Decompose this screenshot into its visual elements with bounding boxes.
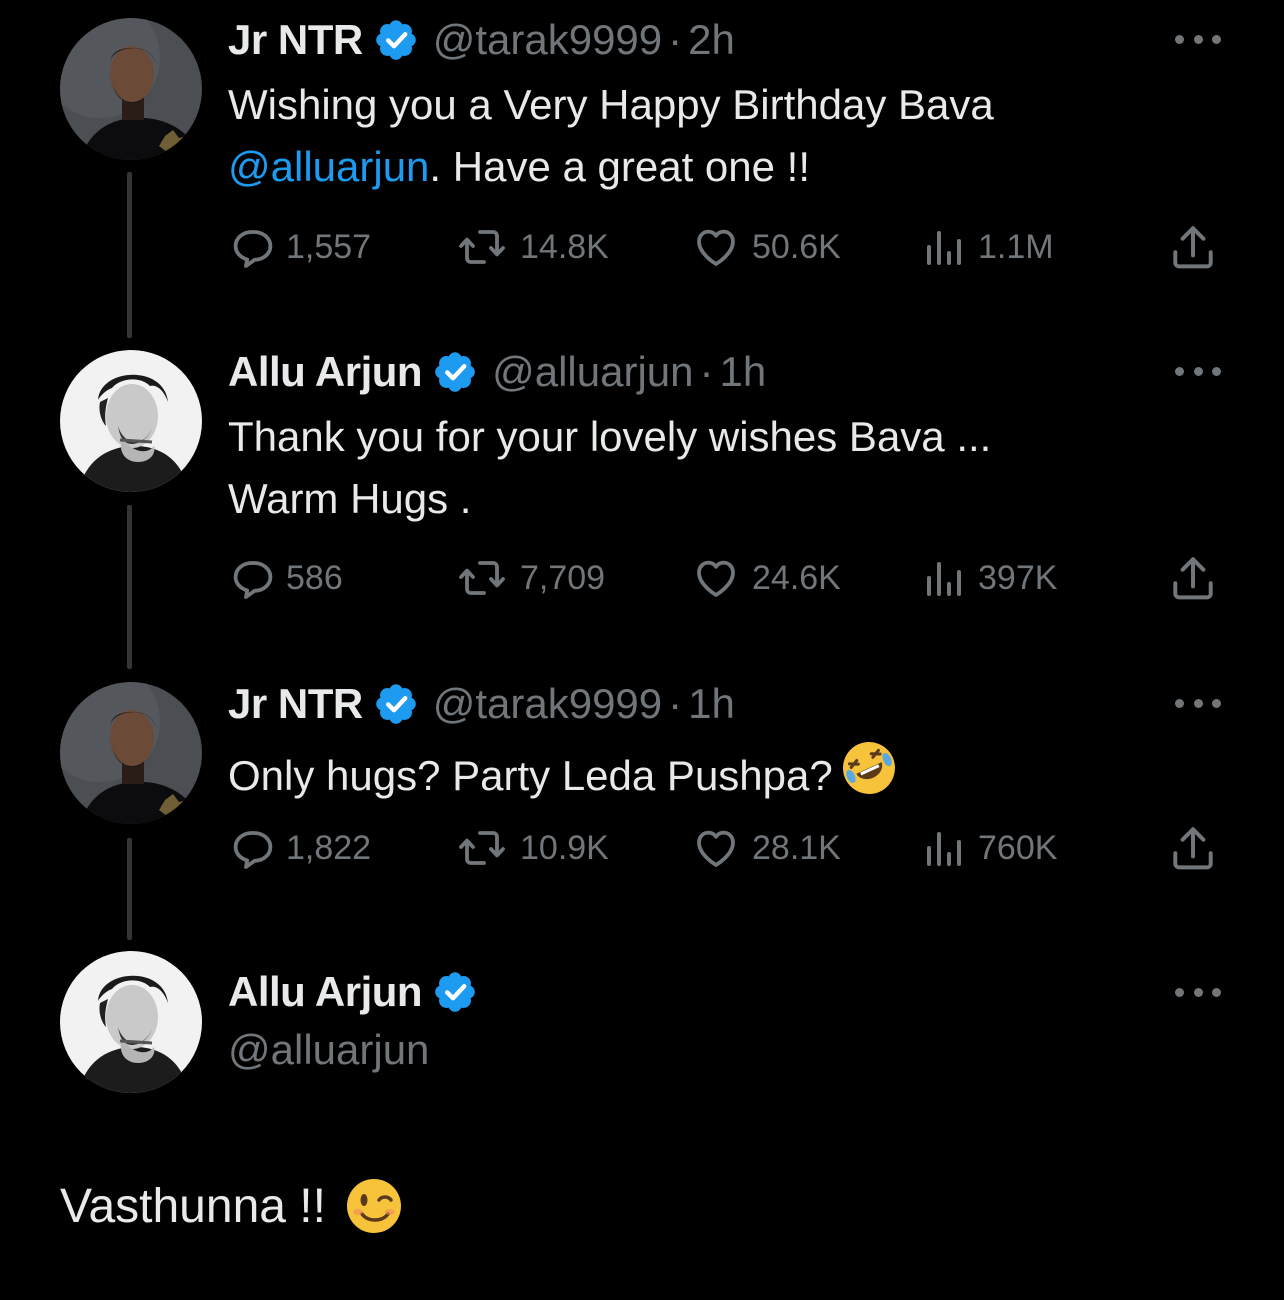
thread-line [127, 838, 132, 940]
tweet-text-line: @alluarjun. Have a great one !! [228, 136, 1168, 198]
timestamp[interactable]: 1h [720, 348, 767, 396]
like-count: 28.1K [752, 828, 841, 867]
tweet-text: Wishing you a Very Happy Birthday Bava @… [228, 74, 1168, 198]
separator: · [668, 16, 683, 63]
avatar[interactable] [60, 682, 202, 824]
like-count: 50.6K [752, 227, 841, 266]
separator: · [699, 348, 714, 395]
views-icon [920, 824, 968, 872]
views-icon [920, 223, 968, 271]
reply-button[interactable]: 1,557 [228, 222, 371, 272]
reply-count: 1,557 [286, 227, 372, 266]
share-icon [1168, 553, 1218, 603]
tweet-text-line: Only hugs? Party Leda Pushpa? [228, 738, 1168, 807]
avatar[interactable] [60, 350, 202, 492]
tweet-text-line: Wishing you a Very Happy Birthday Bava [228, 81, 994, 128]
like-button[interactable]: 24.6K [690, 553, 841, 603]
user-handle[interactable]: @tarak9999 [433, 680, 662, 728]
retweet-button[interactable]: 7,709 [454, 553, 605, 603]
views-button[interactable]: 397K [920, 553, 1057, 603]
timestamp[interactable]: 2h [688, 16, 735, 64]
display-name[interactable]: Allu Arjun [228, 348, 423, 396]
share-icon [1168, 222, 1218, 272]
tweet-header: Jr NTR @tarak9999 · 1h [228, 674, 735, 734]
action-bar: 1,822 10.9K 28.1K 760K [228, 823, 1228, 873]
tweet-header: Allu Arjun [228, 962, 492, 1022]
tweet-text-line: Thank you for your lovely wishes Bava ..… [228, 413, 992, 460]
retweet-icon [454, 554, 510, 602]
avatar-image [60, 682, 202, 824]
display-name[interactable]: Allu Arjun [228, 968, 423, 1016]
retweet-count: 7,709 [520, 558, 606, 597]
retweet-button[interactable]: 14.8K [454, 222, 609, 272]
avatar-image [60, 951, 202, 1093]
retweet-count: 14.8K [520, 227, 609, 266]
heart-icon [690, 824, 742, 872]
more-options-icon[interactable] [1175, 32, 1221, 46]
retweet-button[interactable]: 10.9K [454, 823, 609, 873]
views-count: 760K [978, 828, 1058, 867]
display-name[interactable]: Jr NTR [228, 680, 363, 728]
tweet-text-rest: . Have a great one !! [429, 143, 810, 190]
like-button[interactable]: 50.6K [690, 222, 841, 272]
tweet-text: Thank you for your lovely wishes Bava ..… [228, 406, 1168, 530]
timestamp[interactable]: 1h [688, 680, 735, 728]
avatar[interactable] [60, 18, 202, 160]
thread-line [127, 505, 132, 669]
retweet-count: 10.9K [520, 828, 609, 867]
reply-icon [228, 824, 276, 872]
reply-icon [228, 223, 276, 271]
tweet-text-content: Vasthunna !! [60, 1179, 326, 1233]
avatar-image [60, 18, 202, 160]
tweet-text-line: Warm Hugs . [228, 475, 472, 522]
reply-count: 1,822 [286, 828, 372, 867]
more-options-icon[interactable] [1175, 364, 1221, 378]
tweet-header: Allu Arjun @alluarjun · 1h [228, 342, 766, 402]
action-bar: 1,557 14.8K 50.6K 1.1M [228, 222, 1228, 272]
reply-count: 586 [286, 558, 343, 597]
user-handle[interactable]: @tarak9999 [433, 16, 662, 64]
action-bar: 586 7,709 24.6K 397K [228, 553, 1228, 603]
display-name[interactable]: Jr NTR [228, 16, 363, 64]
tweet-text: Only hugs? Party Leda Pushpa? [228, 738, 1168, 807]
views-button[interactable]: 1.1M [920, 222, 1054, 272]
retweet-icon [454, 223, 510, 271]
views-count: 397K [978, 558, 1058, 597]
rolling-laughing-emoji-icon [839, 738, 899, 798]
like-button[interactable]: 28.1K [690, 823, 841, 873]
views-count: 1.1M [978, 227, 1054, 266]
retweet-icon [454, 824, 510, 872]
like-count: 24.6K [752, 558, 841, 597]
winking-face-emoji-icon [344, 1176, 404, 1236]
share-button[interactable] [1168, 553, 1228, 603]
user-handle[interactable]: @alluarjun [228, 1026, 429, 1074]
verified-badge-icon[interactable] [434, 350, 478, 394]
heart-icon [690, 554, 742, 602]
share-icon [1168, 823, 1218, 873]
tweet-text: Vasthunna !! [60, 1176, 404, 1236]
views-icon [920, 554, 968, 602]
reply-button[interactable]: 1,822 [228, 823, 371, 873]
more-options-icon[interactable] [1175, 696, 1221, 710]
verified-badge-icon[interactable] [434, 970, 478, 1014]
verified-badge-icon[interactable] [375, 682, 419, 726]
avatar-image [60, 350, 202, 492]
reply-button[interactable]: 586 [228, 553, 343, 603]
separator: · [668, 680, 683, 727]
heart-icon [690, 223, 742, 271]
views-button[interactable]: 760K [920, 823, 1057, 873]
tweet-header: Jr NTR @tarak9999 · 2h [228, 10, 735, 70]
more-options-icon[interactable] [1175, 985, 1221, 999]
mention-link[interactable]: @alluarjun [228, 143, 429, 190]
user-handle[interactable]: @alluarjun [492, 348, 693, 396]
avatar[interactable] [60, 951, 202, 1093]
thread-line [127, 172, 132, 338]
share-button[interactable] [1168, 222, 1228, 272]
share-button[interactable] [1168, 823, 1228, 873]
tweet-text-content: Only hugs? Party Leda Pushpa? [228, 752, 833, 799]
verified-badge-icon[interactable] [375, 18, 419, 62]
reply-icon [228, 554, 276, 602]
